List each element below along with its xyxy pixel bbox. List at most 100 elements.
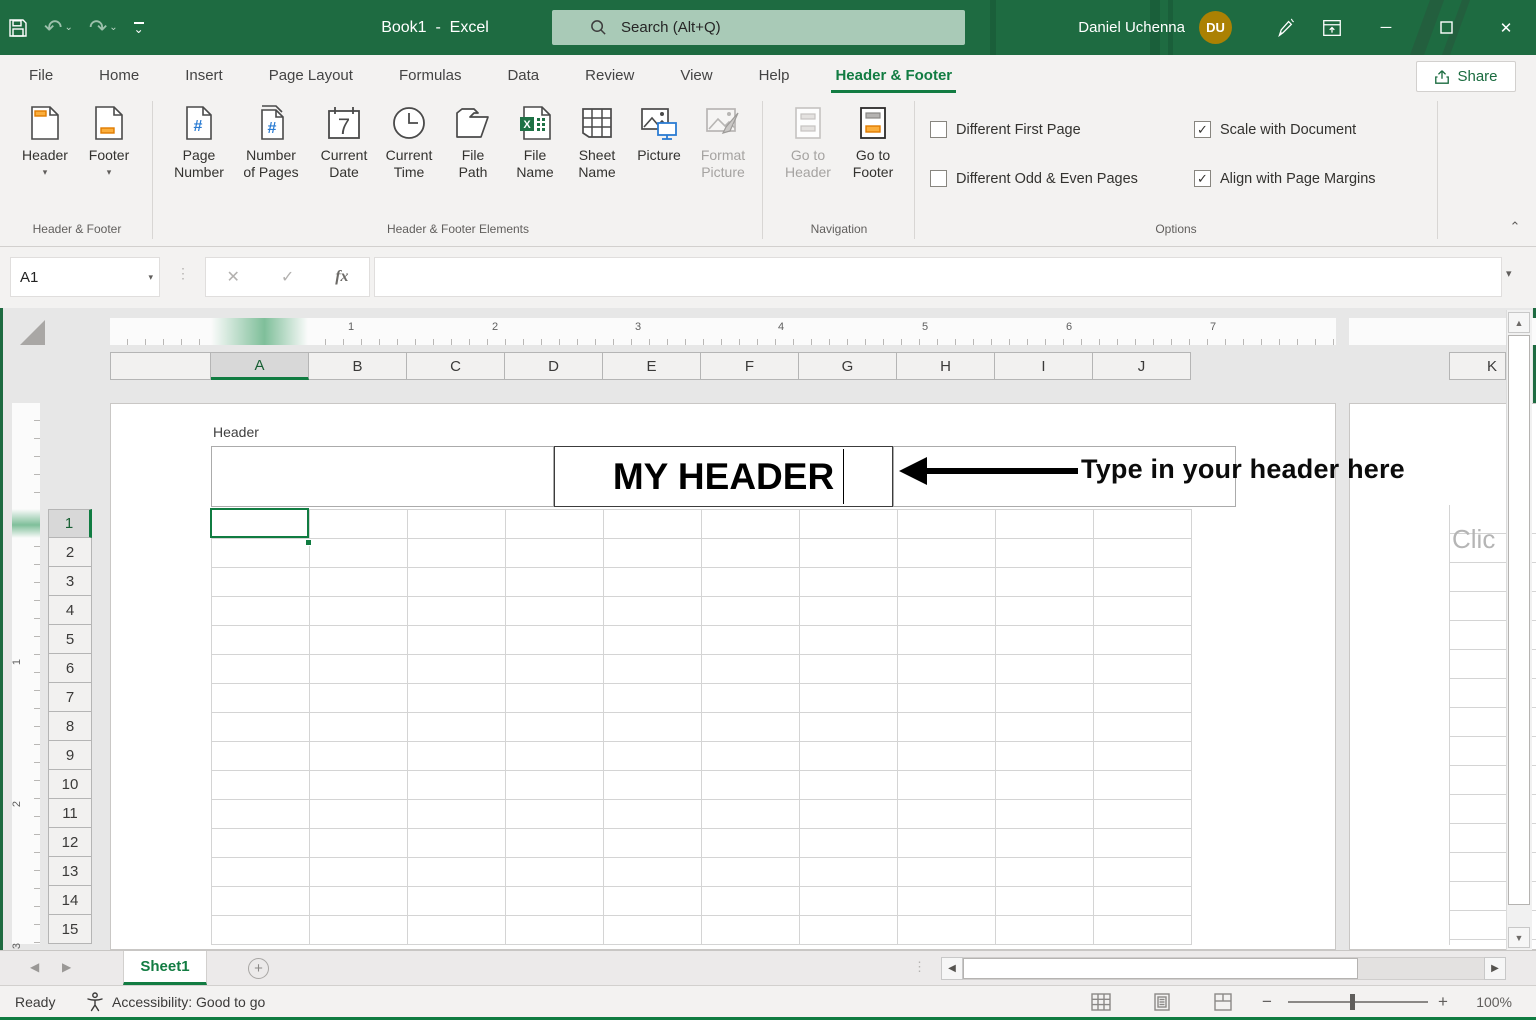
row-header-7[interactable]: 7 bbox=[48, 683, 92, 712]
sheet-tab-sheet1[interactable]: Sheet1 bbox=[123, 951, 207, 985]
file-path-button[interactable]: FilePath bbox=[438, 103, 508, 181]
format-picture-button[interactable]: FormatPicture bbox=[688, 103, 758, 181]
number-of-pages-button[interactable]: # Numberof Pages bbox=[236, 103, 306, 181]
next-sheet-button[interactable]: ▶ bbox=[62, 960, 71, 974]
tab-data[interactable]: Data bbox=[503, 55, 543, 95]
go-to-header-button[interactable]: Go toHeader bbox=[773, 103, 843, 181]
ruler-corner-triangle[interactable] bbox=[20, 320, 45, 345]
row-header-4[interactable]: 4 bbox=[48, 596, 92, 625]
row-header-12[interactable]: 12 bbox=[48, 828, 92, 857]
collapse-ribbon-button[interactable]: ⌃ bbox=[1502, 217, 1528, 237]
column-header-G[interactable]: G bbox=[799, 352, 897, 380]
picture-button[interactable]: Picture bbox=[624, 103, 694, 164]
tab-help[interactable]: Help bbox=[755, 55, 794, 95]
close-button[interactable]: ✕ bbox=[1476, 0, 1536, 55]
checkbox-checked-icon[interactable]: ✓ bbox=[1194, 121, 1211, 138]
customize-qat-button[interactable]: ⌄ bbox=[126, 8, 152, 48]
expand-formula-bar-icon[interactable]: ▾ bbox=[1506, 267, 1512, 280]
undo-dropdown-icon[interactable]: ⌄ bbox=[64, 22, 72, 33]
horizontal-scrollbar-thumb[interactable] bbox=[963, 958, 1358, 979]
column-header-J[interactable]: J bbox=[1093, 352, 1191, 380]
name-box[interactable]: A1 ▾ bbox=[10, 257, 160, 297]
row-header-15[interactable]: 15 bbox=[48, 915, 92, 944]
minimize-button[interactable]: ─ bbox=[1356, 0, 1416, 55]
fill-handle[interactable] bbox=[305, 539, 312, 546]
zoom-level[interactable]: 100% bbox=[1466, 994, 1512, 1010]
scroll-left-button[interactable]: ◀ bbox=[941, 957, 963, 980]
tab-file[interactable]: File bbox=[25, 55, 57, 95]
column-header-E[interactable]: E bbox=[603, 352, 701, 380]
checkbox-icon[interactable] bbox=[930, 121, 947, 138]
zoom-out-button[interactable]: − bbox=[1262, 992, 1272, 1012]
column-header-H[interactable]: H bbox=[897, 352, 995, 380]
enter-icon[interactable]: ✓ bbox=[281, 267, 294, 287]
checkbox-different-first-page[interactable]: Different First Page bbox=[930, 121, 1081, 138]
pen-sparkle-button[interactable] bbox=[1260, 0, 1308, 55]
row-header-14[interactable]: 14 bbox=[48, 886, 92, 915]
page-layout-view-button[interactable] bbox=[1151, 992, 1173, 1012]
checkbox-different-odd-even[interactable]: Different Odd & Even Pages bbox=[930, 170, 1138, 187]
tab-page-layout[interactable]: Page Layout bbox=[265, 55, 357, 95]
zoom-slider-track[interactable] bbox=[1288, 1001, 1428, 1003]
row-header-9[interactable]: 9 bbox=[48, 741, 92, 770]
ribbon-display-options-button[interactable] bbox=[1308, 0, 1356, 55]
insert-function-icon[interactable]: fx bbox=[335, 268, 348, 286]
column-header-I[interactable]: I bbox=[995, 352, 1093, 380]
checkbox-align-page-margins[interactable]: ✓ Align with Page Margins bbox=[1194, 170, 1376, 187]
accessibility-status[interactable]: Accessibility: Good to go bbox=[86, 992, 265, 1012]
tab-home[interactable]: Home bbox=[95, 55, 143, 95]
file-name-button[interactable]: X FileName bbox=[500, 103, 570, 181]
scroll-right-button[interactable]: ▶ bbox=[1484, 957, 1506, 980]
maximize-button[interactable] bbox=[1416, 0, 1476, 55]
go-to-footer-button[interactable]: Go toFooter bbox=[838, 103, 908, 181]
header-button[interactable]: Header ▾ bbox=[10, 103, 80, 178]
tab-formulas[interactable]: Formulas bbox=[395, 55, 466, 95]
share-button[interactable]: Share bbox=[1416, 61, 1516, 92]
current-date-button[interactable]: 7 CurrentDate bbox=[309, 103, 379, 181]
column-header-D[interactable]: D bbox=[505, 352, 603, 380]
redo-dropdown-icon[interactable]: ⌄ bbox=[109, 22, 117, 33]
tab-review[interactable]: Review bbox=[581, 55, 638, 95]
footer-button[interactable]: Footer ▾ bbox=[74, 103, 144, 178]
normal-view-button[interactable] bbox=[1090, 992, 1112, 1012]
tab-insert[interactable]: Insert bbox=[181, 55, 227, 95]
row-header-6[interactable]: 6 bbox=[48, 654, 92, 683]
search-input[interactable]: Search (Alt+Q) bbox=[552, 10, 965, 45]
cancel-icon[interactable]: ✕ bbox=[226, 267, 239, 287]
page-break-preview-button[interactable] bbox=[1212, 992, 1234, 1012]
row-header-5[interactable]: 5 bbox=[48, 625, 92, 654]
cell-grid[interactable] bbox=[211, 509, 1192, 945]
checkbox-checked-icon[interactable]: ✓ bbox=[1194, 170, 1211, 187]
formula-bar-resize-handle[interactable]: ⋮ bbox=[176, 265, 190, 282]
checkbox-icon[interactable] bbox=[930, 170, 947, 187]
scroll-up-button[interactable]: ▲ bbox=[1508, 312, 1530, 333]
header-section-center[interactable]: MY HEADER bbox=[554, 446, 893, 507]
formula-input[interactable] bbox=[374, 257, 1502, 297]
name-box-dropdown-icon[interactable]: ▾ bbox=[148, 272, 153, 283]
new-sheet-button[interactable]: + bbox=[248, 958, 269, 979]
scrollbar-resize-handle[interactable]: ⋮ bbox=[913, 959, 926, 975]
row-header-2[interactable]: 2 bbox=[48, 538, 92, 567]
row-header-1[interactable]: 1 bbox=[48, 509, 92, 538]
header-section-left[interactable] bbox=[211, 446, 554, 507]
row-header-8[interactable]: 8 bbox=[48, 712, 92, 741]
undo-button[interactable]: ↶ ⌄ bbox=[36, 8, 81, 48]
column-header-C[interactable]: C bbox=[407, 352, 505, 380]
scroll-down-button[interactable]: ▼ bbox=[1508, 927, 1530, 948]
checkbox-scale-with-document[interactable]: ✓ Scale with Document bbox=[1194, 121, 1356, 138]
page-number-button[interactable]: # PageNumber bbox=[164, 103, 234, 181]
current-time-button[interactable]: CurrentTime bbox=[374, 103, 444, 181]
zoom-in-button[interactable]: + bbox=[1438, 992, 1448, 1012]
selected-cell-A1[interactable] bbox=[210, 508, 309, 538]
vertical-scrollbar-thumb[interactable] bbox=[1508, 335, 1530, 905]
previous-sheet-button[interactable]: ◀ bbox=[30, 960, 39, 974]
column-header-B[interactable]: B bbox=[309, 352, 407, 380]
tab-header-footer[interactable]: Header & Footer bbox=[831, 55, 956, 95]
row-header-11[interactable]: 11 bbox=[48, 799, 92, 828]
row-header-13[interactable]: 13 bbox=[48, 857, 92, 886]
sheet-name-button[interactable]: SheetName bbox=[562, 103, 632, 181]
avatar[interactable]: DU bbox=[1199, 11, 1232, 44]
row-header-3[interactable]: 3 bbox=[48, 567, 92, 596]
save-button[interactable] bbox=[0, 8, 36, 48]
column-header-A[interactable]: A bbox=[211, 352, 309, 380]
